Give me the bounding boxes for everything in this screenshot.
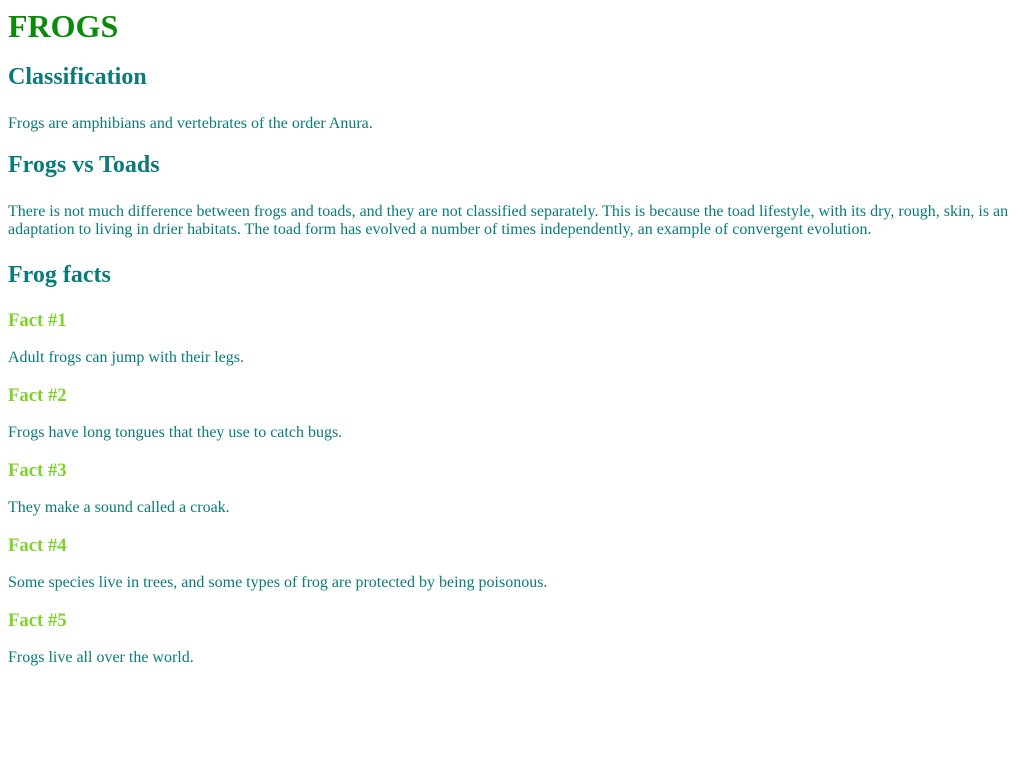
fact-title: Fact #5 [8, 610, 67, 631]
fact-text: Frogs live all over the world. [8, 649, 194, 666]
fact-text: Frogs have long tongues that they use to… [8, 424, 343, 441]
fact-text: They make a sound called a croak. [8, 499, 230, 516]
page-title: FROGS [8, 8, 119, 44]
fact-title: Fact #2 [8, 385, 67, 406]
fact-item: Fact #2 Frogs have long tongues that the… [8, 385, 1016, 442]
fact-item: Fact #1 Adult frogs can jump with their … [8, 310, 1016, 367]
fact-title: Fact #1 [8, 310, 67, 331]
fact-text: Some species live in trees, and some typ… [8, 574, 548, 591]
fact-text: Adult frogs can jump with their legs. [8, 349, 244, 366]
facts-list: Fact #1 Adult frogs can jump with their … [8, 310, 1016, 667]
frog-facts-heading: Frog facts [8, 262, 111, 288]
fact-title: Fact #4 [8, 535, 67, 556]
classification-text: Frogs are amphibians and vertebrates of … [8, 115, 373, 132]
fact-item: Fact #4 Some species live in trees, and … [8, 535, 1016, 592]
frogs-vs-toads-heading: Frogs vs Toads [8, 152, 160, 178]
frogs-vs-toads-text: There is not much difference between fro… [8, 203, 1009, 238]
classification-heading: Classification [8, 64, 147, 90]
fact-item: Fact #3 They make a sound called a croak… [8, 460, 1016, 517]
fact-item: Fact #5 Frogs live all over the world. [8, 610, 1016, 667]
fact-title: Fact #3 [8, 460, 67, 481]
